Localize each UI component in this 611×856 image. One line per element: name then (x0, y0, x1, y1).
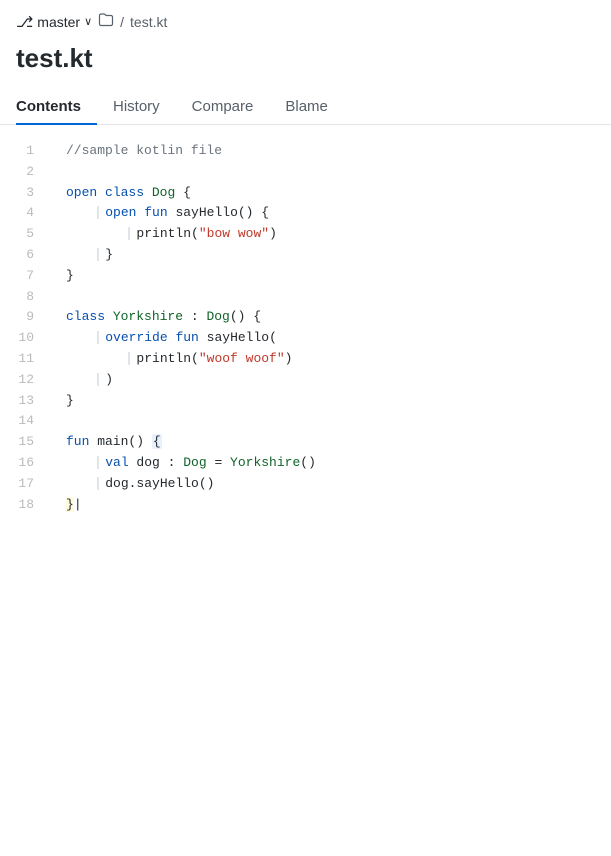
branch-selector[interactable]: ⎇ master ∨ (16, 13, 92, 31)
folder-icon (98, 12, 114, 31)
line-number: 13 (0, 391, 50, 412)
line-number: 11 (0, 349, 50, 370)
branch-name: master (37, 14, 80, 30)
tab-bar: Contents History Compare Blame (0, 90, 611, 125)
line-content: open fun sayHello() { (50, 203, 611, 224)
line-number: 14 (0, 411, 50, 432)
line-content: //sample kotlin file (50, 141, 611, 162)
table-row: 3 open class Dog { (0, 183, 611, 204)
line-number: 10 (0, 328, 50, 349)
line-content: } (50, 266, 611, 287)
table-row: 17 dog.sayHello() (0, 474, 611, 495)
table-row: 12 ) (0, 370, 611, 391)
table-row: 5 println("bow wow") (0, 224, 611, 245)
line-content: } (50, 391, 611, 412)
table-row: 9 class Yorkshire : Dog() { (0, 307, 611, 328)
line-content (50, 162, 611, 183)
table-row: 10 override fun sayHello( (0, 328, 611, 349)
table-row: 14 (0, 411, 611, 432)
chevron-down-icon: ∨ (84, 15, 92, 28)
table-row: 8 (0, 287, 611, 308)
line-content: open class Dog { (50, 183, 611, 204)
line-content: println("bow wow") (50, 224, 611, 245)
line-number: 16 (0, 453, 50, 474)
tab-contents[interactable]: Contents (16, 90, 97, 125)
line-content: println("woof woof") (50, 349, 611, 370)
line-content: dog.sayHello() (50, 474, 611, 495)
page-title: test.kt (0, 43, 611, 74)
line-number: 4 (0, 203, 50, 224)
line-number: 5 (0, 224, 50, 245)
table-row: 6 } (0, 245, 611, 266)
breadcrumb-separator: / (120, 14, 124, 30)
line-number: 1 (0, 141, 50, 162)
table-row: 18 }| (0, 495, 611, 516)
branch-icon: ⎇ (16, 13, 33, 31)
code-container: 1 //sample kotlin file 2 3 open class Do… (0, 125, 611, 531)
line-content: val dog : Dog = Yorkshire() (50, 453, 611, 474)
breadcrumb: ⎇ master ∨ / test.kt (16, 12, 595, 31)
table-row: 2 (0, 162, 611, 183)
table-row: 16 val dog : Dog = Yorkshire() (0, 453, 611, 474)
table-row: 7 } (0, 266, 611, 287)
line-number: 12 (0, 370, 50, 391)
line-number: 3 (0, 183, 50, 204)
line-number: 18 (0, 495, 50, 516)
line-content: }| (50, 495, 611, 516)
table-row: 13 } (0, 391, 611, 412)
table-row: 1 //sample kotlin file (0, 141, 611, 162)
line-number: 2 (0, 162, 50, 183)
tab-blame[interactable]: Blame (269, 90, 344, 125)
tab-history[interactable]: History (97, 90, 176, 125)
line-number: 7 (0, 266, 50, 287)
line-content: override fun sayHello( (50, 328, 611, 349)
table-row: 11 println("woof woof") (0, 349, 611, 370)
line-number: 6 (0, 245, 50, 266)
line-content: class Yorkshire : Dog() { (50, 307, 611, 328)
table-row: 15 fun main() { (0, 432, 611, 453)
line-content: } (50, 245, 611, 266)
line-content: fun main() { (50, 432, 611, 453)
code-table: 1 //sample kotlin file 2 3 open class Do… (0, 141, 611, 515)
line-content (50, 287, 611, 308)
line-number: 9 (0, 307, 50, 328)
line-content (50, 411, 611, 432)
line-number: 8 (0, 287, 50, 308)
tab-compare[interactable]: Compare (176, 90, 270, 125)
table-row: 4 open fun sayHello() { (0, 203, 611, 224)
line-content: ) (50, 370, 611, 391)
line-number: 17 (0, 474, 50, 495)
breadcrumb-filename: test.kt (130, 14, 167, 30)
line-number: 15 (0, 432, 50, 453)
